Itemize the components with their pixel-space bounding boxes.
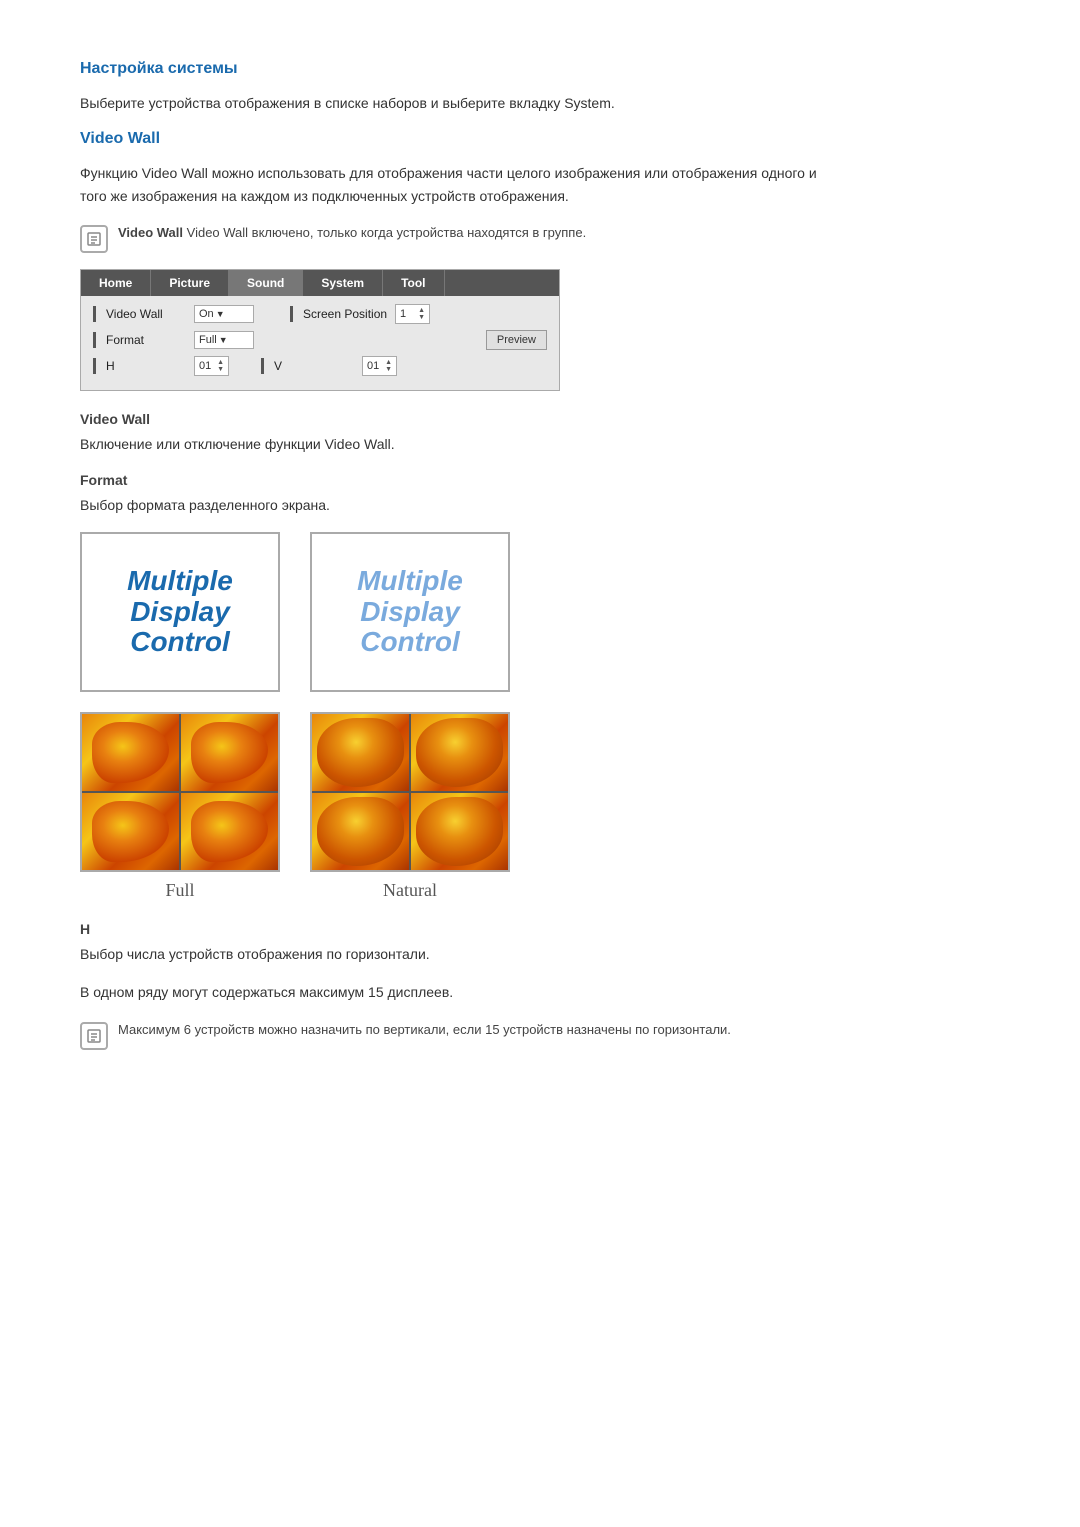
videowall-label: Video Wall (106, 307, 186, 321)
v-label: V (274, 359, 354, 373)
screen-position-label: Screen Position (303, 307, 387, 321)
format-bar (93, 332, 96, 348)
flower-cell-2 (181, 714, 278, 791)
panel-row-hv: H 01 ▲ ▼ V 01 ▲ (93, 356, 547, 376)
sub-title-h: H (80, 921, 820, 937)
tab-home[interactable]: Home (81, 270, 151, 296)
format-label: Format (106, 333, 186, 347)
h-input[interactable]: 01 ▲ ▼ (194, 356, 229, 376)
tab-tool[interactable]: Tool (383, 270, 444, 296)
sub-desc-format: Выбор формата разделенного экрана. (80, 494, 820, 516)
image-block-flower-full: Full (80, 712, 280, 901)
hv-bar (93, 358, 96, 374)
row-bar (93, 306, 96, 322)
sub-desc-videowall: Включение или отключение функции Video W… (80, 433, 820, 455)
flower-image-full (80, 712, 280, 872)
videowall-select-value: On (199, 308, 214, 320)
row-bar2 (290, 306, 293, 322)
preview-button[interactable]: Preview (486, 330, 547, 350)
flower-image-natural (310, 712, 510, 872)
note-text-h: Максимум 6 устройств можно назначить по … (118, 1020, 731, 1040)
flower-images-grid: Full Natural (80, 712, 820, 901)
flower-cell-n4 (411, 793, 508, 870)
videowall-select-arrow: ▼ (216, 309, 225, 319)
screen-pos-num: 1 (400, 308, 406, 320)
videowall-select[interactable]: On ▼ (194, 305, 254, 323)
format-select-value: Full (199, 334, 217, 346)
image-block-full-mdc: Multiple Display Control (80, 532, 280, 692)
image-block-natural-mdc: Multiple Display Control (310, 532, 510, 692)
full-label: Full (165, 880, 194, 901)
tab-picture[interactable]: Picture (151, 270, 229, 296)
v-spinner[interactable]: ▲ ▼ (385, 359, 392, 373)
panel-row-format: Format Full ▼ Preview (93, 330, 547, 350)
tab-system[interactable]: System (303, 270, 383, 296)
section-system-settings: Настройка системы Выберите устройства от… (80, 60, 820, 114)
note-box-videowall: Video Wall Video Wall включено, только к… (80, 223, 820, 253)
subsection-h: H Выбор числа устройств отображения по г… (80, 921, 820, 1050)
h-value: 01 (199, 360, 211, 372)
flower-cell-1 (82, 714, 179, 791)
note-icon-h (80, 1022, 108, 1050)
note-icon (80, 225, 108, 253)
section-title-videowall: Video Wall (80, 130, 820, 148)
tab-sound[interactable]: Sound (229, 270, 303, 296)
natural-label: Natural (383, 880, 437, 901)
screen-pos-spinner[interactable]: ▲ ▼ (418, 307, 425, 321)
format-select[interactable]: Full ▼ (194, 331, 254, 349)
flower-cell-3 (82, 793, 179, 870)
sub-desc-h1: Выбор числа устройств отображения по гор… (80, 943, 820, 965)
h-spinner[interactable]: ▲ ▼ (217, 359, 224, 373)
mdc-logo-full: Multiple Display Control (80, 532, 280, 692)
v-bar (261, 358, 264, 374)
sub-title-videowall: Video Wall (80, 411, 820, 427)
mdc-text-full: Multiple Display Control (127, 566, 233, 658)
subsection-video-wall: Video Wall Включение или отключение функ… (80, 411, 820, 455)
section-system-intro: Выберите устройства отображения в списке… (80, 92, 820, 114)
flower-cell-n1 (312, 714, 409, 791)
panel-row-videowall: Video Wall On ▼ Screen Position 1 ▲ ▼ (93, 304, 547, 324)
format-select-arrow: ▼ (219, 335, 228, 345)
screen-position-value[interactable]: 1 ▲ ▼ (395, 304, 430, 324)
ui-panel: Home Picture Sound System Tool Video Wal… (80, 269, 560, 391)
section-video-wall: Video Wall Функцию Video Wall можно испо… (80, 130, 820, 391)
flower-cell-n2 (411, 714, 508, 791)
note-text-videowall: Video Wall Video Wall включено, только к… (118, 223, 586, 243)
panel-body: Video Wall On ▼ Screen Position 1 ▲ ▼ (81, 296, 559, 390)
v-value: 01 (367, 360, 379, 372)
panel-tabs: Home Picture Sound System Tool (81, 270, 559, 296)
sub-title-format: Format (80, 472, 820, 488)
v-input[interactable]: 01 ▲ ▼ (362, 356, 397, 376)
subsection-format: Format Выбор формата разделенного экрана… (80, 472, 820, 516)
sub-desc-h2: В одном ряду могут содержаться максимум … (80, 981, 820, 1003)
image-block-flower-natural: Natural (310, 712, 510, 901)
note-box-h: Максимум 6 устройств можно назначить по … (80, 1020, 820, 1050)
section-videowall-description: Функцию Video Wall можно использовать дл… (80, 162, 820, 207)
flower-cell-4 (181, 793, 278, 870)
flower-grid-natural (312, 714, 508, 870)
images-grid: Multiple Display Control Multiple Displa… (80, 532, 820, 692)
flower-cell-n3 (312, 793, 409, 870)
flower-grid-full (82, 714, 278, 870)
mdc-text-natural: Multiple Display Control (357, 566, 463, 658)
mdc-logo-natural: Multiple Display Control (310, 532, 510, 692)
h-label: H (106, 359, 186, 373)
section-title-system: Настройка системы (80, 60, 820, 78)
